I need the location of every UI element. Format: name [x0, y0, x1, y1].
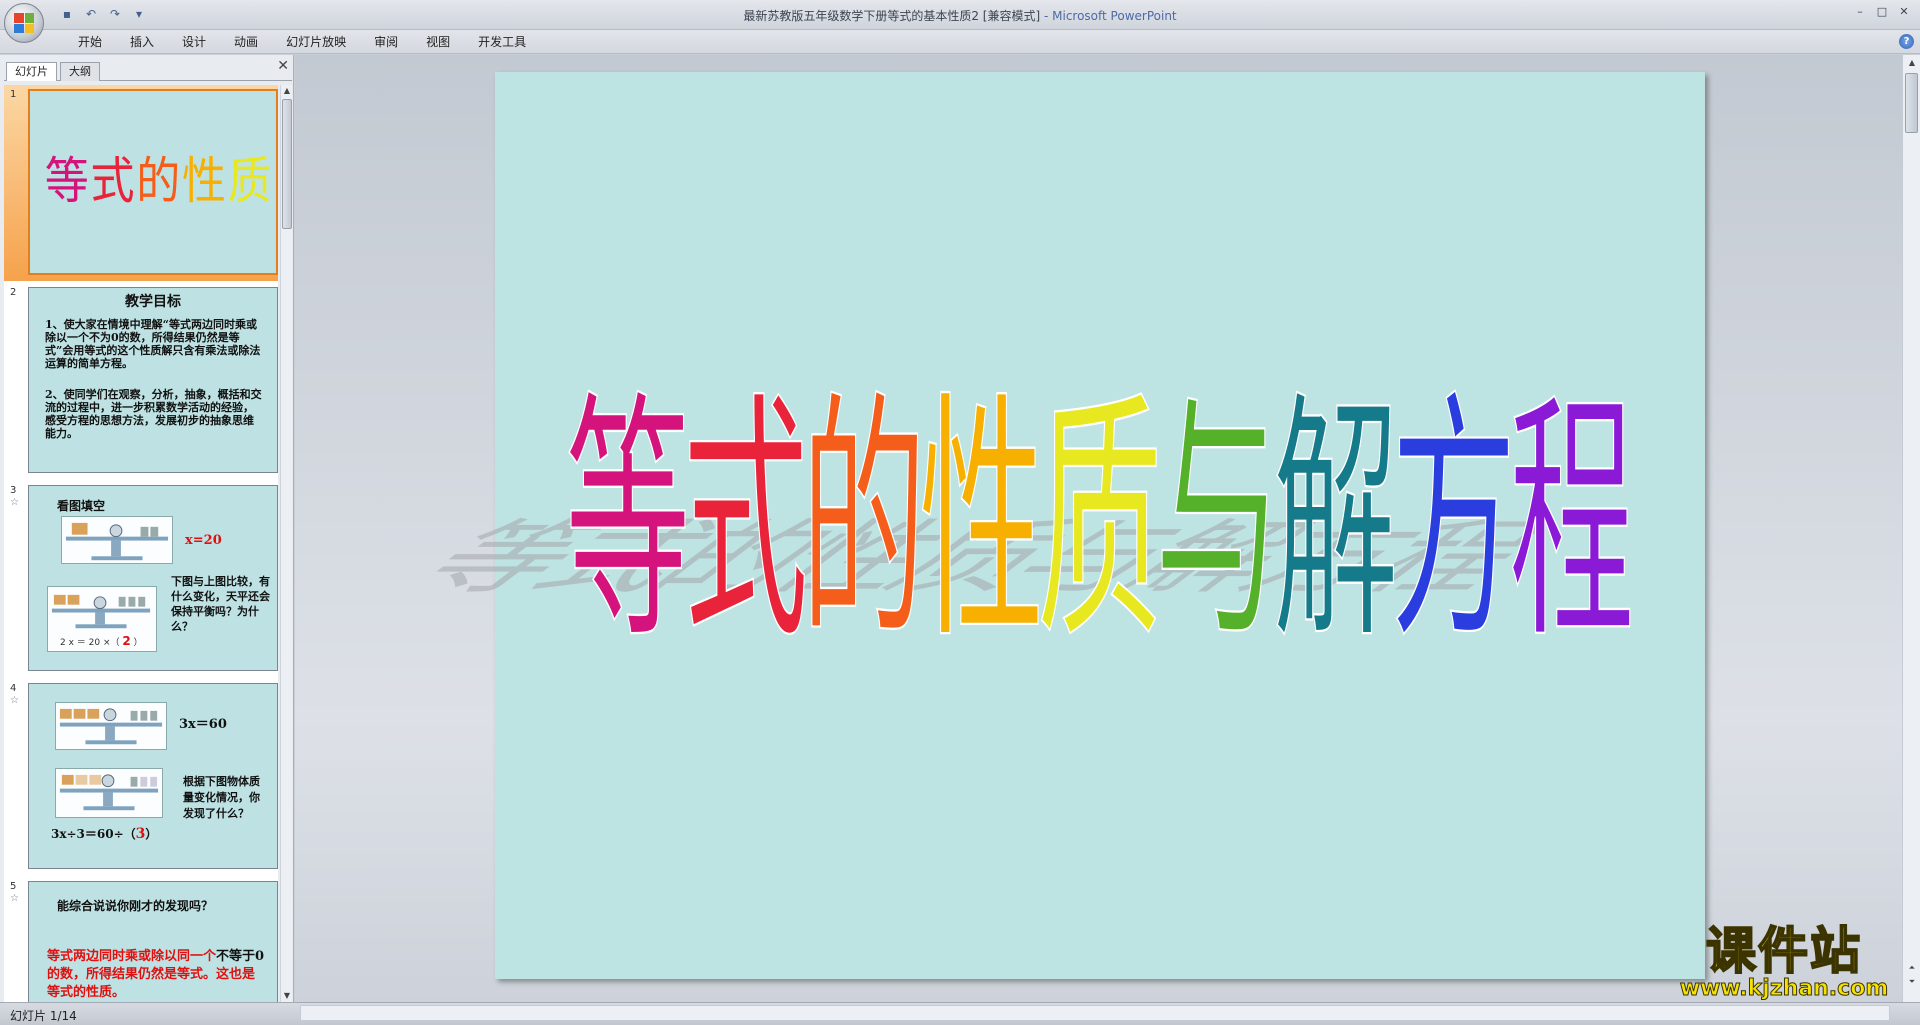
- watermark-logo: 课件站 www.kjzhan.com: [1668, 922, 1900, 1002]
- slide-counter: 幻灯片 1/14: [10, 1009, 77, 1023]
- slide-3-preview: 看图填空 x=20 2 x ＝ 20 ×（ 2 ） 下图与上图比较，有什么变化，…: [28, 485, 278, 671]
- quick-access-toolbar: ▪ ↶ ↷ ▾: [58, 6, 148, 22]
- title-char: 解: [1272, 368, 1399, 675]
- thumbnails-scrollbar[interactable]: ▲ ▼: [280, 85, 292, 1002]
- ribbon-tabs: 开始 插入 设计 动画 幻灯片放映 审阅 视图 开发工具 ?: [0, 30, 1920, 54]
- watermark-text: 课件站: [1705, 922, 1862, 980]
- animation-star-icon: ☆: [10, 893, 19, 904]
- tab-view[interactable]: 视图: [412, 34, 464, 50]
- office-button[interactable]: [4, 3, 44, 43]
- status-bar: 幻灯片 1/14: [0, 1002, 1920, 1025]
- close-pane-icon[interactable]: ✕: [277, 59, 289, 73]
- slide-4-preview: 3x＝60 根据下图物体质量变化情况，你发现了什么？ 3x÷3＝60÷（3）: [28, 683, 278, 869]
- slide-2-goal-1: 1、使大家在情境中理解“等式两边同时乘或除以一个不为0的数，所得结果仍然是等式”…: [45, 318, 261, 370]
- slide-number: 4: [10, 683, 17, 694]
- tab-developer[interactable]: 开发工具: [464, 34, 540, 50]
- tab-slideshow[interactable]: 幻灯片放映: [272, 34, 360, 50]
- animation-star-icon: ☆: [10, 695, 19, 706]
- tab-outline[interactable]: 大纲: [60, 62, 100, 81]
- tab-design[interactable]: 设计: [168, 34, 220, 50]
- title-bar: 最新苏教版五年级数学下册等式的基本性质2 [兼容模式] - Microsoft …: [0, 0, 1920, 30]
- slide-editing-area: 等式的性质与解方程等式的性质与解方程: [295, 55, 1902, 1002]
- thumb-title-char: 与: [274, 131, 276, 231]
- slide-4-question: 根据下图物体质量变化情况，你发现了什么？: [183, 775, 260, 820]
- slide-3-question: 下图与上图比较，有什么变化，天平还会保持平衡吗？为什么？: [171, 575, 270, 633]
- office-logo-icon: [14, 13, 34, 33]
- window-controls: – □ ✕: [1850, 4, 1914, 20]
- window-title: 最新苏教版五年级数学下册等式的基本性质2 [兼容模式] - Microsoft …: [743, 9, 1177, 23]
- slide-2-heading: 教学目标: [125, 294, 181, 310]
- balance-scale-image: 2 x ＝ 20 ×（ 2 ）: [47, 586, 157, 652]
- tab-slides[interactable]: 幻灯片: [6, 62, 57, 81]
- maximize-button[interactable]: □: [1872, 4, 1892, 20]
- slide-number: 2: [10, 287, 17, 298]
- thumb-title-char: 性: [182, 152, 228, 210]
- thumb-title-char: 式: [90, 152, 137, 210]
- save-icon[interactable]: ▪: [58, 6, 76, 22]
- slide-number: 5: [10, 881, 17, 892]
- thumb-title-char: 等: [44, 152, 91, 210]
- title-char: 程: [1508, 368, 1635, 675]
- slide-1-preview: 等式的性质与解方程: [28, 89, 278, 275]
- slide-3-caption: 2 x ＝ 20 ×（ 2 ）: [60, 634, 143, 648]
- scroll-up-icon[interactable]: ▲: [281, 85, 293, 97]
- minimize-button[interactable]: –: [1850, 4, 1870, 20]
- title-char: 式: [682, 368, 809, 675]
- balance-scale-image: [61, 516, 173, 564]
- slide-2-preview: 教学目标 1、使大家在情境中理解“等式两边同时乘或除以一个不为0的数，所得结果仍…: [28, 287, 278, 473]
- slide-thumbnail-4[interactable]: 4 ☆ 3x＝60 根据下图物体质量变化情况，你发现了什么？ 3x÷3＝60÷（…: [4, 679, 278, 875]
- slide-thumbnails: 1 等式的性质与解方程 2 教学目标 1、使大家在情境中理解“等式两边同时乘或除…: [4, 85, 278, 1002]
- slide-thumbnail-1[interactable]: 1 等式的性质与解方程: [4, 85, 278, 281]
- title-char: 等: [564, 368, 691, 675]
- slide-4-equation-2: 3x÷3＝60÷（3）: [51, 826, 158, 842]
- scrollbar-thumb[interactable]: [282, 99, 292, 229]
- close-button[interactable]: ✕: [1894, 4, 1914, 20]
- previous-slide-icon[interactable]: ⏶: [1906, 962, 1918, 974]
- slide-scrollbar[interactable]: ▲ ⏶ ⏷: [1902, 55, 1920, 1002]
- title-char: 方: [1390, 368, 1517, 675]
- slides-pane: 幻灯片 大纲 ✕ 1 等式的性质与解方程 2 教学目标 1、使大家在情境中理解“…: [0, 55, 294, 1002]
- title-char: 性: [918, 368, 1045, 675]
- tab-insert[interactable]: 插入: [116, 34, 168, 50]
- balance-scale-image: [55, 768, 163, 818]
- slide-2-goal-2: 2、使同学们在观察，分析，抽象，概括和交流的过程中，进一步积累数学活动的经验，感…: [45, 388, 262, 440]
- slide-3-equation: x=20: [185, 533, 222, 548]
- title-char: 的: [800, 368, 927, 675]
- thumb-title-char: 的: [136, 152, 183, 210]
- customize-toolbar-icon[interactable]: ▾: [130, 6, 148, 22]
- next-slide-icon[interactable]: ⏷: [1906, 976, 1918, 988]
- watermark-url: www.kjzhan.com: [1679, 976, 1889, 1001]
- slide-thumbnail-2[interactable]: 2 教学目标 1、使大家在情境中理解“等式两边同时乘或除以一个不为0的数，所得结…: [4, 283, 278, 479]
- balance-scale-image: [55, 702, 167, 750]
- slide-number: 1: [10, 89, 17, 100]
- slide-5-summary: 等式两边同时乘或除以同一个不等于0的数，所得结果仍然是等式。这也是等式的性质。: [47, 949, 265, 1000]
- slide-title-wordart[interactable]: 等式的性质与解方程等式的性质与解方程: [384, 368, 1705, 692]
- scroll-up-icon[interactable]: ▲: [1906, 57, 1918, 69]
- thumb-title-char: 质: [227, 152, 274, 210]
- redo-icon[interactable]: ↷: [106, 6, 124, 22]
- tab-review[interactable]: 审阅: [360, 34, 412, 50]
- current-slide[interactable]: 等式的性质与解方程等式的性质与解方程: [384, 72, 1705, 979]
- title-char: 质: [1036, 368, 1163, 675]
- slide-3-heading: 看图填空: [57, 499, 106, 513]
- slide-5-preview: 能综合说说你刚才的发现吗？ 等式两边同时乘或除以同一个不等于0的数，所得结果仍然…: [28, 881, 278, 1002]
- slide-4-equation: 3x＝60: [179, 717, 227, 732]
- title-char: 与: [1154, 368, 1281, 675]
- scrollbar-thumb[interactable]: [1905, 73, 1918, 133]
- tab-animations[interactable]: 动画: [220, 34, 272, 50]
- horizontal-scrollbar[interactable]: [300, 1005, 1890, 1021]
- animation-star-icon: ☆: [10, 497, 19, 508]
- tab-home[interactable]: 开始: [64, 34, 116, 50]
- slide-number: 3: [10, 485, 17, 496]
- help-icon[interactable]: ?: [1899, 34, 1914, 49]
- slide-thumbnail-5[interactable]: 5 ☆ 能综合说说你刚才的发现吗？ 等式两边同时乘或除以同一个不等于0的数，所得…: [4, 877, 278, 1002]
- slide-thumbnail-3[interactable]: 3 ☆ 看图填空 x=20 2 x ＝ 20 ×（ 2 ） 下图与上图比较，有什…: [4, 481, 278, 677]
- slide-5-heading: 能综合说说你刚才的发现吗？: [57, 899, 214, 913]
- undo-icon[interactable]: ↶: [82, 6, 100, 22]
- slide-1-title: 等式的性质与解方程: [44, 131, 276, 231]
- scroll-down-icon[interactable]: ▼: [281, 990, 293, 1002]
